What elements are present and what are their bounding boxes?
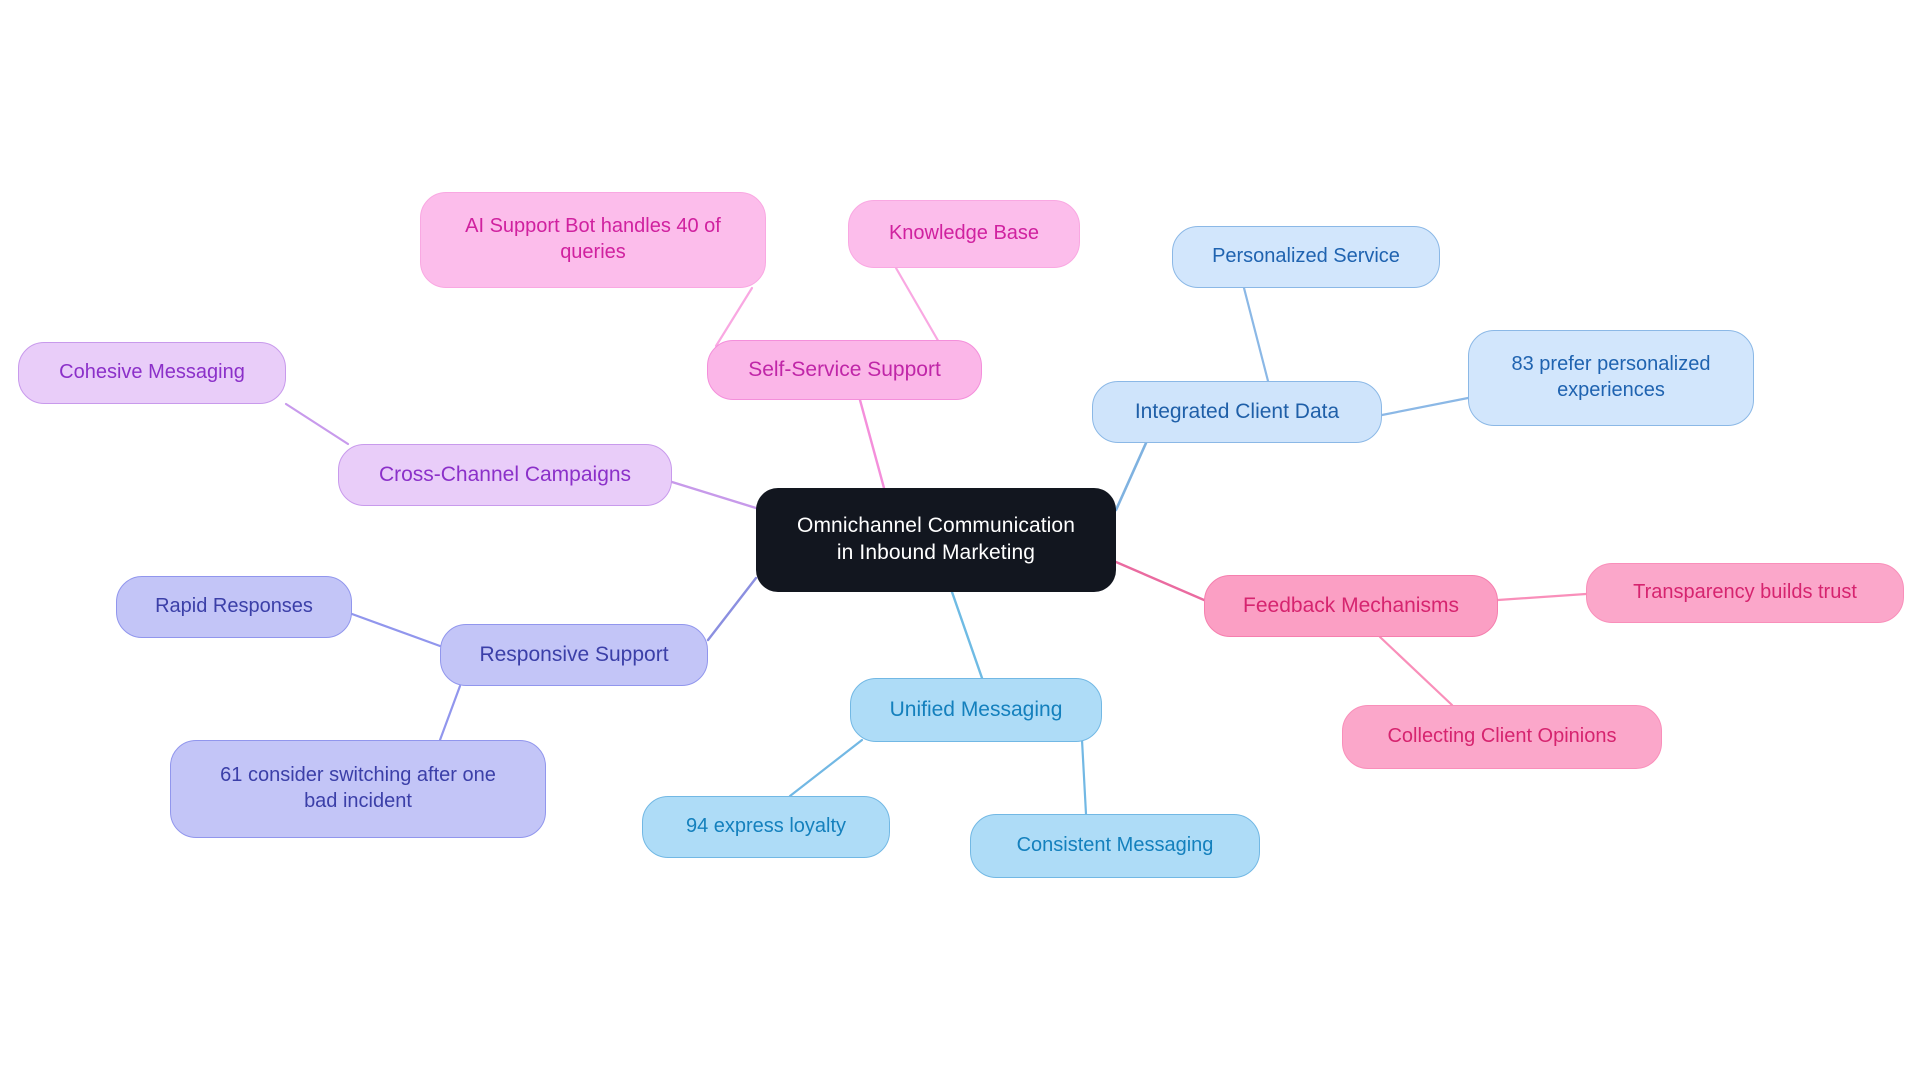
- mindmap-leaf-node-transparency-builds-trust[interactable]: Transparency builds trust: [1586, 563, 1904, 623]
- mindmap-edge: [350, 612, 442, 648]
- node-label: 83 prefer personalized experiences: [1511, 353, 1711, 401]
- node-label: Omnichannel Communication in Inbound Mar…: [797, 514, 1075, 564]
- mindmap-edge: [788, 738, 864, 798]
- mindmap-edge: [1496, 592, 1588, 602]
- mindmap-edge: [706, 576, 758, 642]
- mindmap-branch-node-cross-channel-campaigns[interactable]: Cross-Channel Campaigns: [338, 444, 672, 506]
- mindmap-leaf-node-cohesive-messaging[interactable]: Cohesive Messaging: [18, 342, 286, 404]
- mindmap-edge: [894, 266, 942, 346]
- node-label: AI Support Bot handles 40 of queries: [465, 215, 721, 263]
- node-label: Cohesive Messaging: [59, 361, 245, 384]
- mindmap-edge: [1114, 441, 1148, 512]
- node-label: Feedback Mechanisms: [1243, 593, 1459, 617]
- node-label: Knowledge Base: [888, 222, 1040, 245]
- mindmap-edge: [858, 398, 886, 490]
- node-label: 61 consider switching after one bad inci…: [220, 764, 496, 812]
- mindmap-branch-node-unified-messaging[interactable]: Unified Messaging: [850, 678, 1102, 742]
- mindmap-edge: [438, 684, 462, 742]
- mindmap-leaf-node-consistent-messaging[interactable]: Consistent Messaging: [970, 814, 1260, 878]
- mindmap-edge: [1242, 286, 1270, 383]
- mindmap-leaf-node-collecting-client-opinions[interactable]: Collecting Client Opinions: [1342, 705, 1662, 769]
- mindmap-edge: [284, 402, 350, 446]
- mindmap-edge: [714, 286, 754, 348]
- mindmap-leaf-node-knowledge-base[interactable]: Knowledge Base: [848, 200, 1080, 268]
- mindmap-edge: [950, 590, 984, 680]
- mindmap-branch-node-feedback-mechanisms[interactable]: Feedback Mechanisms: [1204, 575, 1498, 637]
- node-label: Integrated Client Data: [1134, 399, 1340, 423]
- node-label: Transparency builds trust: [1633, 581, 1857, 604]
- node-label: Self-Service Support: [748, 357, 941, 381]
- mindmap-root-node[interactable]: Omnichannel Communication in Inbound Mar…: [756, 488, 1116, 592]
- mindmap-edge: [1380, 396, 1470, 417]
- mindmap-leaf-node-83-prefer-personalized-experiences[interactable]: 83 prefer personalized experiences: [1468, 330, 1754, 426]
- mindmap-edge: [1114, 560, 1206, 602]
- mindmap-branch-node-self-service-support[interactable]: Self-Service Support: [707, 340, 982, 400]
- mindmap-branch-node-responsive-support[interactable]: Responsive Support: [440, 624, 708, 686]
- node-label: Responsive Support: [479, 642, 669, 666]
- mindmap-leaf-node-rapid-responses[interactable]: Rapid Responses: [116, 576, 352, 638]
- node-label: Unified Messaging: [889, 697, 1063, 721]
- node-label: Rapid Responses: [155, 595, 313, 618]
- mindmap-leaf-node-94-express-loyalty[interactable]: 94 express loyalty: [642, 796, 890, 858]
- mindmap-canvas: Omnichannel Communication in Inbound Mar…: [0, 0, 1920, 1083]
- mindmap-edge: [1378, 635, 1454, 707]
- mindmap-leaf-node-61-consider-switching-after-one-bad-incident[interactable]: 61 consider switching after one bad inci…: [170, 740, 546, 838]
- node-label: 94 express loyalty: [685, 815, 847, 838]
- node-label: Collecting Client Opinions: [1387, 725, 1617, 748]
- node-label: Cross-Channel Campaigns: [378, 462, 632, 486]
- node-label: Personalized Service: [1212, 245, 1400, 268]
- mindmap-edge: [670, 480, 758, 510]
- node-label: Consistent Messaging: [1016, 834, 1214, 857]
- mindmap-leaf-node-personalized-service[interactable]: Personalized Service: [1172, 226, 1440, 288]
- mindmap-leaf-node-ai-support-bot-handles-40-of-queries[interactable]: AI Support Bot handles 40 of queries: [420, 192, 766, 288]
- mindmap-edge: [1080, 738, 1088, 816]
- mindmap-branch-node-integrated-client-data[interactable]: Integrated Client Data: [1092, 381, 1382, 443]
